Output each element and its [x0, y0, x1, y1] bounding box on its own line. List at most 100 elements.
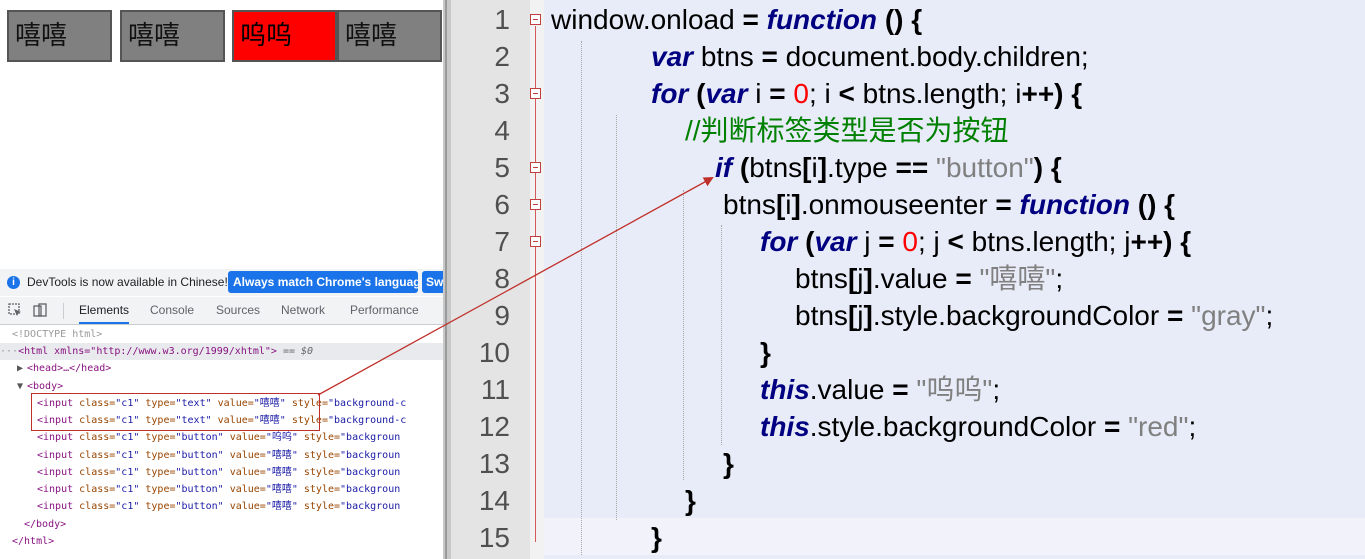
dom-attr-token: "嘻嘻": [265, 466, 298, 478]
code-line[interactable]: for (var j = 0; j < btns.length; j++) {: [760, 223, 1191, 260]
toolbar-separator: [63, 303, 64, 319]
dom-attr-token: "呜呜": [265, 432, 298, 444]
dom-attr-token: type=: [139, 449, 176, 461]
line-number: 9: [494, 300, 510, 331]
code-token: ) {: [1033, 152, 1062, 183]
code-token: .type: [827, 152, 896, 183]
code-token: ]: [863, 263, 873, 294]
dom-input-node[interactable]: <input class="c1" type="button" value="嘻…: [37, 498, 400, 515]
code-line[interactable]: }: [685, 482, 696, 519]
code-line[interactable]: this.value = "呜呜";: [760, 371, 1000, 408]
code-token: =: [892, 374, 909, 405]
dom-attr-token: type=: [139, 501, 176, 513]
code-token: =: [995, 189, 1012, 220]
code-line[interactable]: btns[j].style.backgroundColor = "gray";: [795, 297, 1273, 334]
switch-language-button[interactable]: Sw: [422, 271, 443, 293]
tab-elements[interactable]: Elements: [79, 297, 130, 324]
fold-toggle-icon[interactable]: [530, 88, 541, 99]
code-token: ;: [1265, 300, 1274, 331]
code-line[interactable]: btns[i].onmouseenter = function () {: [723, 186, 1175, 223]
code-editor[interactable]: 1 2 3 4 5 6 7 8 9 10 11 12 13 14 15 window.onload = fun…: [451, 0, 1365, 559]
code-token: "呜呜": [916, 374, 993, 405]
code-line[interactable]: window.onload = function () {: [551, 1, 922, 38]
code-line[interactable]: var btns = document.body.children;: [651, 38, 1089, 75]
line-number: 6: [494, 189, 510, 220]
code-token: var: [814, 226, 857, 257]
tab-performance[interactable]: Performance: [350, 297, 419, 324]
code-line[interactable]: }: [723, 445, 734, 482]
dom-attr-token: "background-c: [327, 415, 407, 427]
code-token: btns.length; i: [854, 78, 1022, 109]
code-token: .onmouseenter: [800, 189, 996, 220]
code-token: =: [769, 78, 786, 109]
code-token: 0: [902, 226, 918, 257]
dom-input-node[interactable]: <input class="c1" type="button" value="嘻…: [37, 481, 400, 498]
page-button-2[interactable]: 嘻嘻: [120, 10, 225, 62]
code-line[interactable]: btns[j].value = "嘻嘻";: [795, 260, 1063, 297]
tab-sources[interactable]: Sources: [216, 297, 260, 324]
page-button-4[interactable]: 嘻嘻: [337, 10, 442, 62]
code-line[interactable]: }: [651, 519, 662, 556]
page-button-1[interactable]: 嘻嘻: [7, 10, 112, 62]
dom-attr-token: "c1": [115, 432, 140, 444]
dom-attr-token: "backgroun: [340, 449, 401, 461]
fold-toggle-icon[interactable]: [530, 199, 541, 210]
fold-toggle-icon[interactable]: [530, 14, 541, 25]
code-token: i: [747, 78, 770, 109]
dom-attr-token: "button": [175, 466, 224, 478]
dom-attr-token: "c1": [115, 449, 140, 461]
dom-attr-token: <input: [37, 449, 80, 461]
inspect-element-icon[interactable]: [8, 303, 22, 317]
code-token: [: [847, 263, 858, 294]
code-line[interactable]: for (var i = 0; i < btns.length; i++) {: [651, 75, 1082, 112]
dom-attr-token: "嘻嘻": [265, 501, 298, 513]
code-token: .style.backgroundColor: [809, 411, 1104, 442]
fold-toggle-icon[interactable]: [530, 162, 541, 173]
code-token: var: [651, 41, 694, 72]
always-match-language-button[interactable]: Always match Chrome's language: [228, 271, 418, 293]
dom-attr-token: "c1": [115, 484, 140, 495]
code-line[interactable]: this.style.backgroundColor = "red";: [760, 408, 1196, 445]
dom-head-node[interactable]: ▶ <head>…</head>: [17, 360, 111, 377]
dom-attr-token: "button": [175, 484, 224, 495]
dom-attr-token: "嘻嘻": [265, 484, 298, 495]
code-token: ]: [863, 300, 873, 331]
code-line[interactable]: }: [760, 334, 771, 371]
dom-doctype[interactable]: <!DOCTYPE html>: [12, 326, 102, 343]
line-number: 11: [480, 374, 510, 405]
code-token: ++) {: [1021, 78, 1083, 109]
dom-attr-token: <input: [37, 501, 80, 513]
code-line[interactable]: if (btns[i].type == "button") {: [715, 149, 1062, 186]
tab-console[interactable]: Console: [150, 297, 194, 324]
dom-attr-token: "backgroun: [340, 501, 401, 513]
code-token: [: [775, 189, 786, 220]
browser-panel: 嘻嘻 嘻嘻 呜呜 嘻嘻 i DevTools is now available …: [0, 0, 443, 559]
code-token: if: [715, 152, 733, 183]
dom-attr-token: value=: [223, 432, 266, 444]
dom-input-node[interactable]: <input class="c1" type="button" value="呜…: [37, 429, 400, 446]
line-number: 14: [478, 485, 510, 516]
pane-divider[interactable]: [443, 0, 451, 559]
page-button-3-active[interactable]: 呜呜: [232, 10, 337, 62]
device-toolbar-icon[interactable]: [33, 303, 47, 317]
dom-input-node[interactable]: <input class="c1" type="button" value="嘻…: [37, 464, 400, 481]
dom-attr-token: class=: [79, 484, 116, 495]
dom-html-node-selected[interactable]: ···<html xmlns="http://www.w3.org/1999/x…: [0, 343, 443, 360]
fold-toggle-icon[interactable]: [530, 236, 541, 247]
code-token: btns: [795, 300, 848, 331]
dom-attr-token: class=: [79, 501, 116, 513]
tab-network[interactable]: Network: [281, 297, 325, 324]
code-token: "嘻嘻": [979, 263, 1056, 294]
dom-attr-token: value=: [223, 501, 266, 513]
code-token: this: [760, 374, 810, 405]
annotation-highlight-box: [31, 393, 320, 431]
dom-input-node[interactable]: <input class="c1" type="button" value="嘻…: [37, 447, 400, 464]
code-token: ;: [1188, 411, 1197, 442]
code-token: "gray": [1191, 300, 1266, 331]
line-number: 15: [478, 522, 510, 553]
code-line[interactable]: //判断标签类型是否为按钮: [685, 112, 1009, 149]
code-token: this: [760, 411, 810, 442]
